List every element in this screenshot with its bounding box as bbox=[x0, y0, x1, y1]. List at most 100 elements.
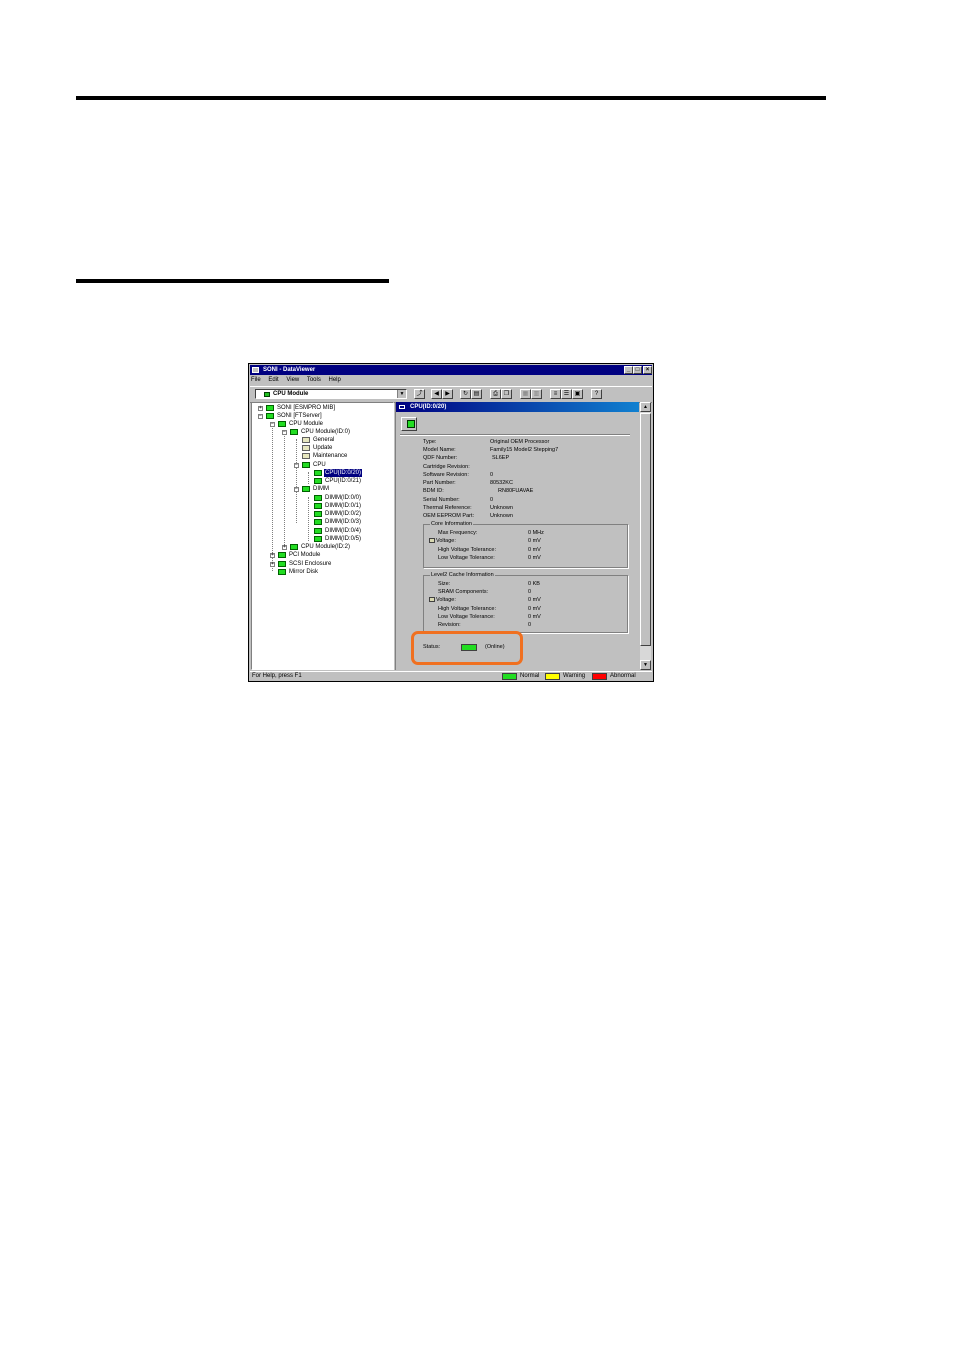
menu-bar: File Edit View Tools Help bbox=[251, 376, 347, 385]
cpu-icon bbox=[314, 470, 322, 476]
general-icon bbox=[302, 437, 310, 443]
scroll-up-icon[interactable]: ▲ bbox=[640, 402, 651, 412]
core-maxfreq-value: 0 MHz bbox=[528, 530, 544, 536]
panel-title: CPU(ID:0/20) bbox=[410, 404, 447, 410]
dimm-icon bbox=[302, 486, 310, 492]
prop-qdf-label: QDF Number: bbox=[423, 455, 458, 461]
core-maxfreq-label: Max Frequency: bbox=[438, 530, 478, 536]
chevron-down-icon[interactable]: ▼ bbox=[397, 390, 406, 398]
maintenance-icon bbox=[302, 453, 310, 459]
scroll-thumb[interactable] bbox=[640, 413, 651, 646]
menu-edit[interactable]: Edit bbox=[268, 377, 278, 383]
window-title: SONI - DataViewer bbox=[263, 367, 316, 373]
prop-bdm-label: BDM ID: bbox=[423, 488, 444, 494]
legend-normal-swatch bbox=[502, 673, 517, 680]
close-button[interactable]: × bbox=[643, 366, 652, 374]
disk-icon bbox=[278, 569, 286, 575]
prop-oem-label: OEM EEPROM Part: bbox=[423, 513, 475, 519]
core-voltage-row[interactable]: Voltage: bbox=[429, 538, 456, 545]
l2-low-tol-value: 0 mV bbox=[528, 614, 541, 620]
menu-file[interactable]: File bbox=[251, 377, 261, 383]
large-icons-button[interactable]: ▦ bbox=[520, 389, 531, 399]
l2-voltage-row[interactable]: Voltage: bbox=[429, 597, 456, 604]
details-view-button[interactable]: ☰ bbox=[561, 389, 572, 399]
module-icon bbox=[278, 421, 286, 427]
module-icon bbox=[290, 429, 298, 435]
legend-warning-label: Warning bbox=[563, 673, 586, 679]
panel-title-bar: CPU(ID:0/20) bbox=[396, 402, 639, 412]
list-view-button[interactable]: ≡ bbox=[550, 389, 561, 399]
tile-view-button[interactable]: ▣ bbox=[572, 389, 583, 399]
prop-serial-label: Serial Number: bbox=[423, 497, 460, 503]
core-voltage-label: Voltage: bbox=[436, 538, 456, 544]
prop-part-value: 80532KC bbox=[490, 480, 513, 486]
module-icon bbox=[264, 392, 270, 397]
help-button[interactable]: ? bbox=[591, 389, 602, 399]
server-icon bbox=[266, 405, 274, 411]
l2-sram-value: 0 bbox=[528, 589, 532, 595]
prop-type-value: Original OEM Processor bbox=[490, 439, 550, 445]
update-icon bbox=[302, 445, 310, 451]
core-information-title: Core Information bbox=[430, 521, 473, 528]
section-heading-rule bbox=[76, 279, 389, 283]
refresh-button[interactable]: ↻ bbox=[460, 389, 471, 399]
back-button[interactable]: ◀ bbox=[431, 389, 442, 399]
l2-voltage-value: 0 mV bbox=[528, 597, 541, 603]
l2-revision-value: 0 bbox=[528, 622, 532, 628]
prop-thermal-value: Unknown bbox=[490, 505, 513, 511]
help-hint: For Help, press F1 bbox=[252, 673, 302, 679]
server-icon bbox=[266, 413, 274, 419]
small-icons-button[interactable]: ▥ bbox=[531, 389, 542, 399]
copy-button[interactable]: ❐ bbox=[501, 389, 512, 399]
minimize-button[interactable]: _ bbox=[624, 366, 633, 374]
divider bbox=[400, 434, 630, 436]
level2-cache-title: Level2 Cache Information bbox=[430, 572, 495, 579]
tree-view: + SONI [ESMPRO MIB] − SONI [FTServer] − CPU… bbox=[251, 402, 394, 670]
expand-icon[interactable] bbox=[429, 597, 435, 603]
prop-bdm-value: RN80FUAVAE bbox=[498, 488, 534, 494]
vertical-scrollbar[interactable]: ▲ ▼ bbox=[640, 402, 651, 670]
cpu-icon bbox=[314, 478, 322, 484]
prop-qdf-value: SL6EP bbox=[492, 455, 510, 461]
core-high-tol-label: High Voltage Tolerance: bbox=[438, 547, 496, 553]
core-voltage-value: 0 mV bbox=[528, 538, 541, 544]
status-bar: For Help, press F1 Normal Warning Abnorm… bbox=[250, 671, 652, 681]
prop-part-label: Part Number: bbox=[423, 480, 456, 486]
menu-view[interactable]: View bbox=[286, 377, 299, 383]
title-bar: SONI - DataViewer _ □ × bbox=[250, 365, 652, 375]
dimm-icon bbox=[314, 495, 322, 501]
save-button[interactable]: ▤ bbox=[471, 389, 482, 399]
prop-model-label: Model Name: bbox=[423, 447, 456, 453]
up-level-button[interactable]: ⤴ bbox=[414, 389, 425, 399]
app-icon bbox=[252, 367, 259, 373]
cpu-large-icon bbox=[401, 417, 417, 431]
legend-abnormal-swatch bbox=[592, 673, 607, 680]
menu-help[interactable]: Help bbox=[329, 377, 341, 383]
expand-icon[interactable] bbox=[429, 538, 435, 544]
dimm-icon bbox=[314, 511, 322, 517]
module-icon bbox=[278, 552, 286, 558]
prop-model-value: Family15 Model2 Stepping7 bbox=[490, 447, 559, 453]
prop-software-value: 0 bbox=[490, 472, 494, 478]
print-button[interactable]: ⎙ bbox=[490, 389, 501, 399]
module-select[interactable]: CPU Module ▼ bbox=[255, 389, 407, 399]
dimm-icon bbox=[314, 519, 322, 525]
prop-type-label: Type: bbox=[423, 439, 437, 445]
prop-cartridge-label: Cartridge Revision: bbox=[423, 464, 470, 470]
status-highlight-callout bbox=[411, 631, 523, 665]
l2-revision-label: Revision: bbox=[438, 622, 461, 628]
l2-voltage-label: Voltage: bbox=[436, 597, 456, 603]
forward-button[interactable]: ▶ bbox=[442, 389, 453, 399]
scroll-down-icon[interactable]: ▼ bbox=[640, 660, 651, 670]
l2-sram-label: SRAM Components: bbox=[438, 589, 489, 595]
legend-warning-swatch bbox=[545, 673, 560, 680]
l2-size-label: Size: bbox=[438, 581, 451, 587]
module-icon bbox=[290, 544, 298, 550]
cpu-icon bbox=[399, 405, 405, 409]
legend-abnormal-label: Abnormal bbox=[610, 673, 636, 679]
toolbar: CPU Module ▼ ⤴ ◀ ▶ ↻ ▤ ⎙ ❐ ▦ ▥ ≡ ☰ ▣ ? bbox=[250, 386, 652, 403]
maximize-button[interactable]: □ bbox=[633, 366, 642, 374]
core-high-tol-value: 0 mV bbox=[528, 547, 541, 553]
menu-tools[interactable]: Tools bbox=[307, 377, 321, 383]
prop-thermal-label: Thermal Reference: bbox=[423, 505, 472, 511]
